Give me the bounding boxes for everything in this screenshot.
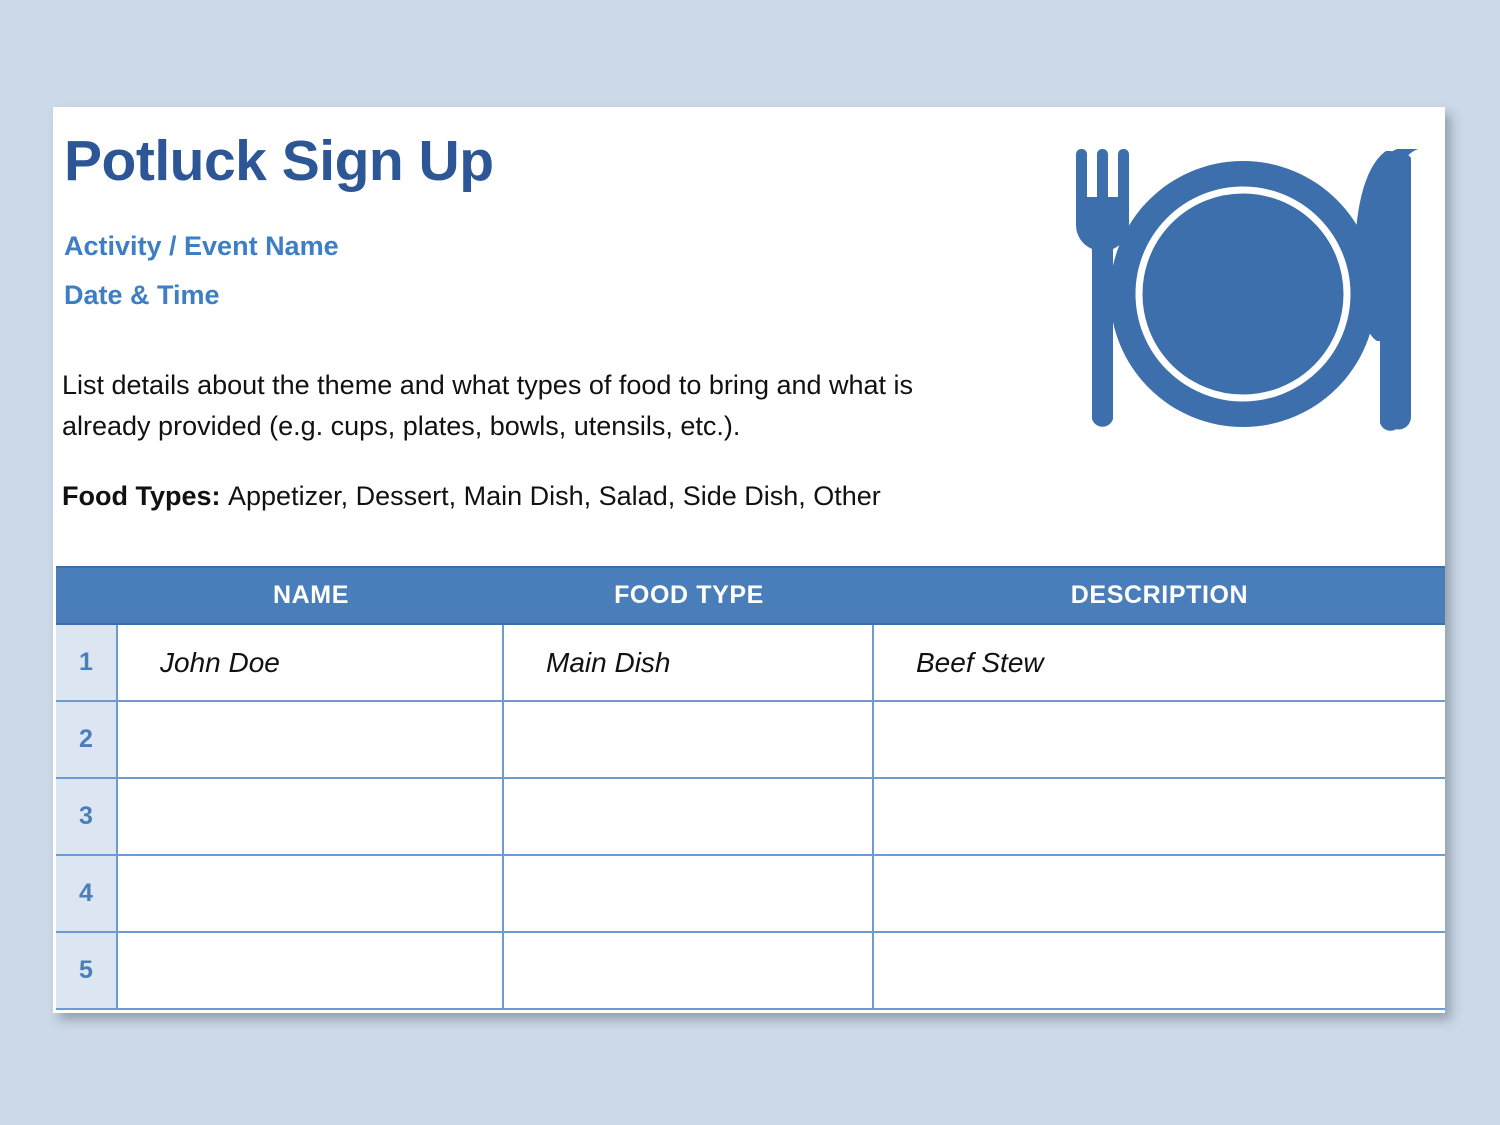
knife-icon [1355,149,1418,431]
cell-description[interactable] [874,702,1445,777]
table-header-row: NAME FOOD TYPE DESCRIPTION [56,566,1445,625]
activity-event-name-label[interactable]: Activity / Event Name [64,231,339,262]
cell-food-type[interactable] [504,856,874,931]
cell-name[interactable] [118,702,504,777]
food-types-line: Food Types: Appetizer, Dessert, Main Dis… [62,481,881,512]
table-row: 2 [56,702,1445,779]
table-row: 4 [56,856,1445,933]
row-number: 2 [56,702,118,777]
cell-description[interactable] [874,856,1445,931]
cell-description[interactable]: Beef Stew [874,625,1445,700]
cell-food-type[interactable] [504,933,874,1008]
page-title: Potluck Sign Up [64,129,494,193]
cell-description[interactable] [874,779,1445,854]
cell-name[interactable] [118,856,504,931]
plate-fork-knife-icon [1076,149,1418,431]
column-header-number [56,568,118,623]
table-row: 5 [56,933,1445,1010]
cell-name[interactable] [118,933,504,1008]
potluck-signup-card: Potluck Sign Up Activity / Event Name Da… [53,107,1445,1013]
page-canvas: Potluck Sign Up Activity / Event Name Da… [0,0,1500,1125]
table-row: 1 John Doe Main Dish Beef Stew [56,625,1445,702]
cell-description[interactable] [874,933,1445,1008]
plate-icon [1110,161,1376,427]
column-header-name: NAME [272,581,349,609]
row-number: 4 [56,856,118,931]
row-number: 1 [56,625,118,700]
cell-food-type[interactable] [504,779,874,854]
column-header-description: DESCRIPTION [1070,581,1249,609]
cell-name[interactable]: John Doe [118,625,504,700]
date-time-label[interactable]: Date & Time [64,280,220,311]
cell-food-type[interactable]: Main Dish [504,625,874,700]
food-types-label: Food Types: [62,481,221,511]
signup-table: NAME FOOD TYPE DESCRIPTION 1 John Doe Ma… [56,566,1445,1013]
info-area: Potluck Sign Up Activity / Event Name Da… [53,107,1445,566]
row-number: 3 [56,779,118,854]
cell-name[interactable] [118,779,504,854]
cell-food-type[interactable] [504,702,874,777]
table-row: 3 [56,779,1445,856]
description-text: List details about the theme and what ty… [62,370,914,441]
food-types-value: Appetizer, Dessert, Main Dish, Salad, Si… [228,481,881,511]
row-number: 5 [56,933,118,1008]
column-header-food-type: FOOD TYPE [614,581,764,609]
